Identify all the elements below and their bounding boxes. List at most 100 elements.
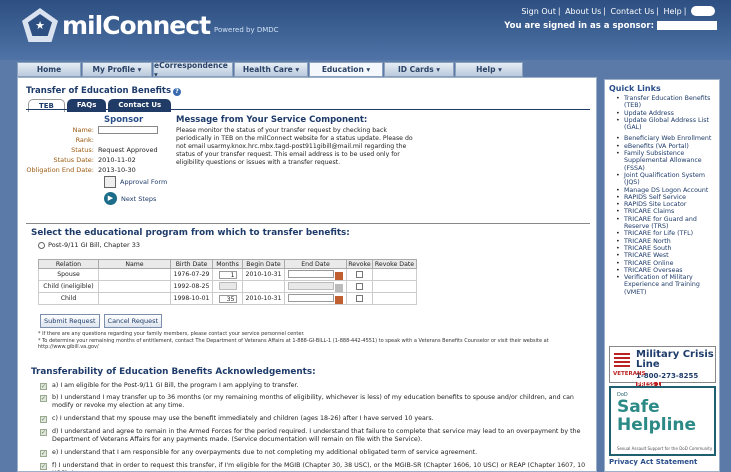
ack-checkbox[interactable]: ✓ — [40, 450, 47, 457]
field-status: Status: Request Approved — [71, 146, 158, 154]
ack-item: ✓ a) I am eligible for the Post-9/11 GI B… — [40, 382, 299, 390]
nav-ecorrespondence[interactable]: eCorrespondence ▾ — [153, 61, 233, 79]
quick-link[interactable]: TRICARE for Life (TFL) — [615, 230, 719, 238]
acknowledgements-heading: Transferability of Education Benefits Ac… — [31, 367, 316, 377]
quick-links-group-1: Transfer Education Benefits (TEB) Update… — [605, 95, 719, 131]
quick-link[interactable]: Manage DS Logon Account — [615, 187, 719, 195]
quick-links-title: Quick Links — [609, 84, 661, 93]
calendar-icon[interactable] — [335, 295, 343, 304]
table-row: Child 1998-10-01 35 2010-10-31 — [38, 292, 417, 305]
safe-helpline-banner[interactable]: DoD Safe Helpline Sexual Assault Support… — [609, 386, 716, 456]
program-option[interactable]: Post-9/11 GI Bill, Chapter 33 — [38, 241, 140, 249]
revoke-checkbox[interactable] — [356, 270, 363, 278]
quick-link[interactable]: TRICARE for Guard and Reserve (TRS) — [615, 216, 719, 231]
tab-faqs[interactable]: FAQs — [66, 99, 107, 112]
select-program-heading: Select the educational program from whic… — [31, 228, 350, 238]
tab-contact-us[interactable]: Contact Us — [108, 99, 172, 112]
end-date-input[interactable] — [288, 293, 334, 302]
toggle-icon[interactable] — [691, 6, 715, 16]
nav-help[interactable]: Help ▾ — [455, 62, 523, 77]
main-content: Transfer of Education Benefits? TEB FAQs… — [17, 77, 597, 472]
field-name: Name: — [18, 126, 158, 134]
ack-item: ✓ b) I understand I may transfer up to 36… — [40, 394, 574, 409]
quick-link[interactable]: TRICARE Claims — [615, 208, 719, 216]
crisis-line-banner[interactable]: Military Crisis Line 1-800-273-8255 PRES… — [609, 346, 716, 388]
revoke-checkbox[interactable] — [356, 282, 363, 290]
field-obligation-end: Obligation End Date: 2013-10-30 — [26, 166, 136, 174]
quick-link[interactable]: Joint Qualification System (JQS) — [615, 172, 719, 187]
quick-links-sidebar: Quick Links Transfer Education Benefits … — [604, 79, 720, 472]
flag-icon — [614, 353, 630, 367]
privacy-act-link[interactable]: Privacy Act Statement — [609, 458, 697, 466]
page-title: Transfer of Education Benefits? — [26, 86, 182, 96]
months-input[interactable]: 35 — [218, 294, 237, 303]
ack-checkbox[interactable]: ✓ — [40, 416, 47, 423]
quick-link[interactable]: Update Address — [615, 110, 719, 118]
section-divider — [26, 223, 590, 224]
table-row: Child (ineligible) 1992-08-25 — [38, 280, 417, 293]
submit-request-button[interactable]: Submit Request — [40, 314, 100, 328]
tab-divider — [26, 109, 590, 110]
tab-teb[interactable]: TEB — [28, 99, 65, 112]
quick-link[interactable]: Verification of Military Experience and … — [615, 274, 719, 296]
field-rank: Rank: — [75, 136, 94, 144]
dependents-table: Relation Name Birth Date Months Begin Da… — [38, 259, 417, 305]
revoke-checkbox[interactable] — [356, 294, 363, 302]
sub-tabs: TEB FAQs Contact Us — [28, 99, 173, 112]
message-body: Please monitor the status of your transf… — [176, 127, 413, 166]
contact-us-link[interactable]: Contact Us — [611, 7, 655, 16]
quick-link[interactable]: Update Global Address List (GAL) — [615, 117, 719, 132]
sponsor-heading: Sponsor — [104, 115, 144, 125]
quick-link[interactable]: TRICARE South — [615, 245, 719, 253]
calendar-icon — [335, 283, 343, 292]
nav-health-care[interactable]: Health Care ▾ — [234, 62, 308, 77]
nav-my-profile[interactable]: My Profile ▾ — [82, 62, 152, 77]
next-steps-link[interactable]: ▶ Next Steps — [104, 192, 156, 205]
quick-link[interactable]: RAPIDS Site Locator — [615, 201, 719, 209]
quick-link[interactable]: TRICARE North — [615, 238, 719, 246]
name-field — [98, 126, 158, 134]
quick-link[interactable]: eBenefits (VA Portal) — [615, 143, 719, 151]
quick-link[interactable]: Family Subsistence Supplemental Allowanc… — [615, 150, 719, 172]
ack-checkbox[interactable]: ✓ — [40, 463, 47, 470]
table-header-row: Relation Name Birth Date Months Begin Da… — [38, 259, 417, 269]
ack-item: ✓ e) I understand that I am responsible f… — [40, 449, 478, 457]
top-links: Sign Out | About Us | Contact Us | Help | — [519, 6, 717, 16]
quick-link[interactable]: TRICARE Overseas — [615, 267, 719, 275]
end-date-input-disabled — [288, 281, 334, 290]
quick-link[interactable]: TRICARE West — [615, 252, 719, 260]
logo[interactable]: ★ milConnect Powered by DMDC — [22, 8, 279, 42]
quick-links-group-2: Beneficiary Web Enrollment eBenefits (VA… — [605, 135, 719, 296]
quick-link[interactable]: Beneficiary Web Enrollment — [615, 135, 719, 143]
quick-link[interactable]: TRICARE Online — [615, 260, 719, 268]
redacted-name — [657, 21, 717, 30]
nav-id-cards[interactable]: ID Cards ▾ — [384, 62, 454, 77]
months-input[interactable]: 1 — [218, 270, 237, 279]
approval-form-link[interactable]: Approval Form — [104, 176, 167, 188]
brand-name: milConnect — [62, 10, 211, 40]
program-radio[interactable] — [38, 241, 45, 249]
table-row: Spouse 1976-07-29 1 2010-10-31 — [38, 268, 417, 281]
quick-link[interactable]: RAPIDS Self Service — [615, 194, 719, 202]
signed-in-text: You are signed in as a sponsor: — [504, 21, 717, 31]
ack-checkbox[interactable]: ✓ — [40, 383, 47, 390]
months-input-disabled — [218, 281, 237, 290]
nav-home[interactable]: Home — [17, 62, 81, 77]
pentagon-logo-icon: ★ — [22, 8, 58, 42]
cancel-request-button[interactable]: Cancel Request — [103, 314, 163, 328]
message-title: Message from Your Service Component: — [176, 115, 368, 125]
about-us-link[interactable]: About Us — [565, 7, 601, 16]
notes: * If there are any questions regarding y… — [38, 331, 549, 350]
help-link[interactable]: Help — [664, 7, 682, 16]
sign-out-link[interactable]: Sign Out — [521, 7, 556, 16]
document-icon — [104, 176, 116, 188]
ack-checkbox[interactable]: ✓ — [40, 395, 47, 402]
nav-education[interactable]: Education ▾ — [309, 62, 383, 77]
ack-item: ✓ c) I understand that my spouse may use … — [40, 415, 434, 423]
end-date-input[interactable] — [288, 269, 334, 278]
main-nav: Home My Profile ▾ eCorrespondence ▾ Heal… — [17, 61, 597, 79]
calendar-icon[interactable] — [335, 271, 343, 280]
ack-checkbox[interactable]: ✓ — [40, 429, 47, 436]
quick-link[interactable]: Transfer Education Benefits (TEB) — [615, 95, 719, 110]
help-icon[interactable]: ? — [173, 88, 182, 96]
